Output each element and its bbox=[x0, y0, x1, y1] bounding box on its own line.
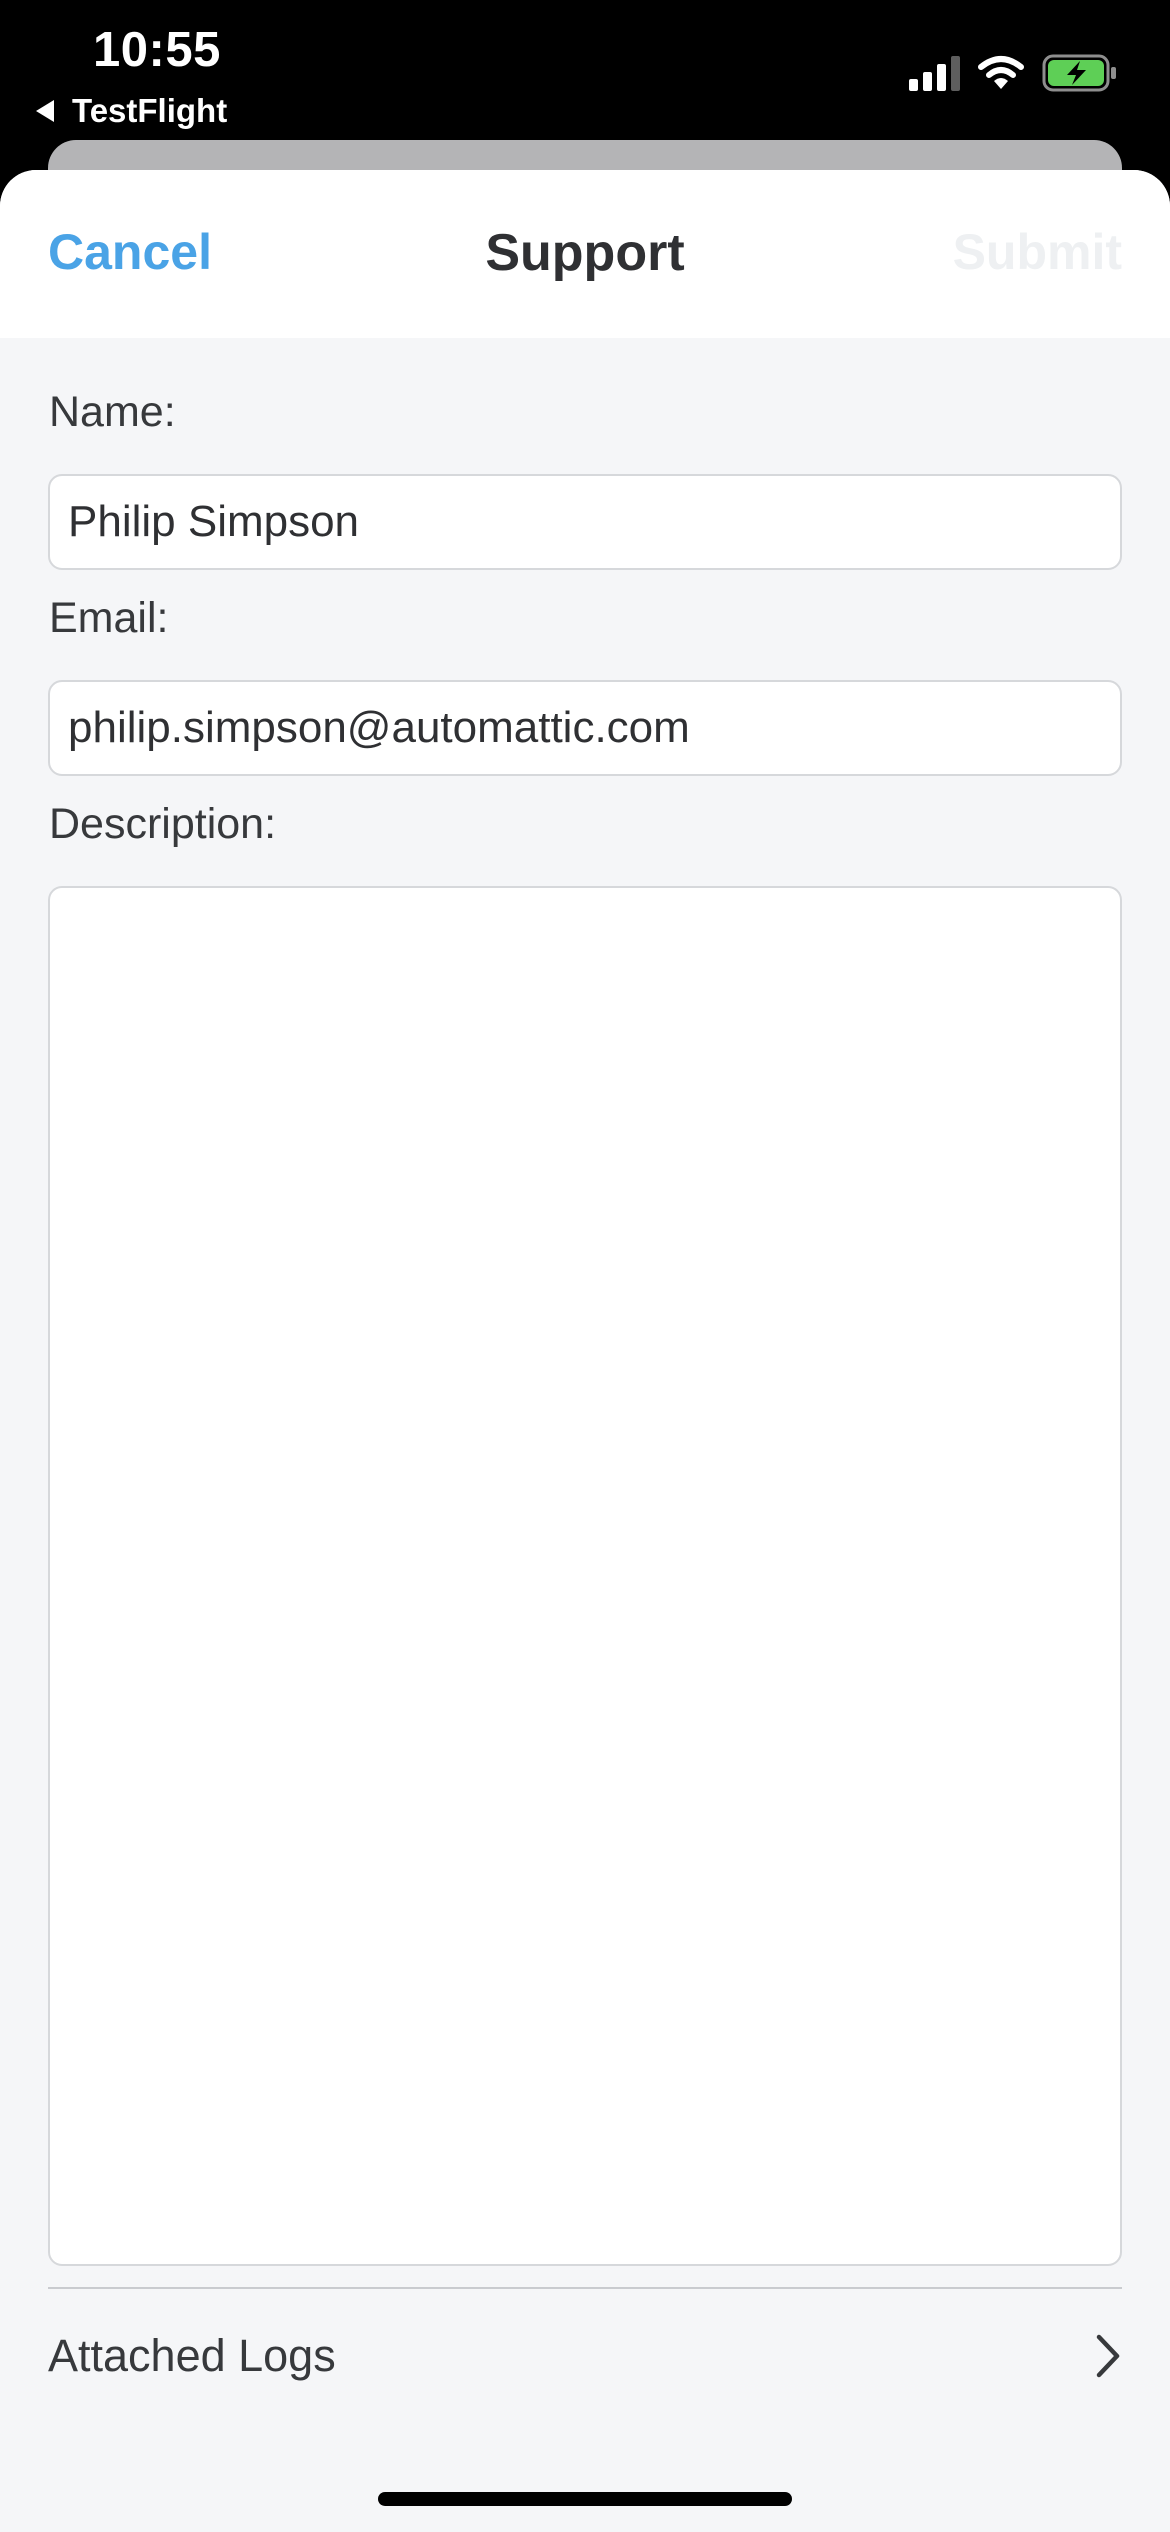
back-triangle-icon bbox=[36, 100, 54, 122]
name-field-value: Philip Simpson bbox=[68, 497, 360, 546]
status-icons bbox=[909, 54, 1118, 92]
description-textarea[interactable] bbox=[48, 886, 1122, 2266]
email-field[interactable]: philip.simpson@automattic.com bbox=[48, 680, 1122, 776]
support-sheet: Cancel Support Submit Name: Philip Simps… bbox=[0, 170, 1170, 2532]
back-app-label: TestFlight bbox=[72, 92, 228, 129]
back-to-testflight-button[interactable]: TestFlight bbox=[36, 92, 227, 130]
screen: 10:55 TestFlight Cancel Support Submit N… bbox=[0, 0, 1170, 2532]
submit-button[interactable]: Submit bbox=[953, 223, 1122, 281]
wifi-icon bbox=[978, 56, 1024, 89]
home-indicator bbox=[378, 2492, 792, 2506]
attached-logs-label: Attached Logs bbox=[48, 2330, 336, 2381]
battery-charging-icon bbox=[1042, 54, 1116, 92]
navigation-bar: Cancel Support Submit bbox=[0, 170, 1170, 338]
status-time: 10:55 bbox=[93, 23, 221, 77]
cellular-signal-icon bbox=[909, 55, 960, 91]
attached-logs-row[interactable]: Attached Logs bbox=[48, 2296, 1122, 2416]
name-field[interactable]: Philip Simpson bbox=[48, 474, 1122, 570]
name-label: Name: bbox=[49, 388, 176, 436]
divider bbox=[48, 2287, 1122, 2289]
status-bar: 10:55 TestFlight bbox=[0, 0, 1170, 140]
email-field-value: philip.simpson@automattic.com bbox=[68, 703, 690, 752]
description-label: Description: bbox=[49, 800, 277, 848]
email-label: Email: bbox=[49, 594, 169, 642]
chevron-right-icon bbox=[1096, 2334, 1120, 2378]
